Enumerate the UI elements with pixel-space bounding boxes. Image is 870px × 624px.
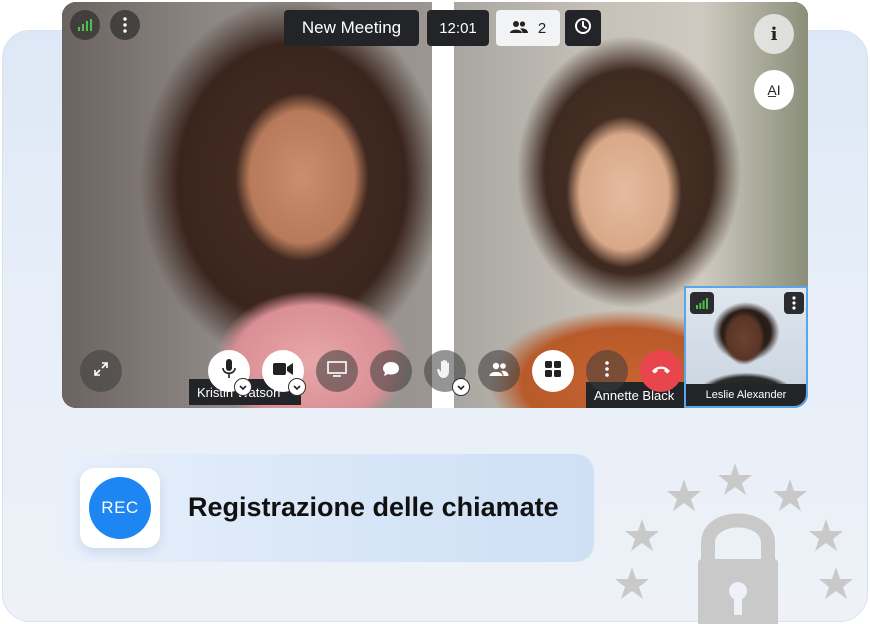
self-view-tile: Leslie Alexander	[684, 286, 808, 408]
tile-divider	[432, 2, 454, 408]
participants-button[interactable]	[478, 350, 520, 392]
camera-icon	[273, 362, 293, 381]
participants-icon	[489, 362, 509, 381]
screen-share-button[interactable]	[316, 350, 358, 392]
eu-privacy-lock-icon	[615, 463, 853, 624]
screen-share-icon	[327, 360, 347, 382]
participants-count: 2	[537, 19, 547, 37]
video-tile-kristin	[62, 2, 432, 408]
signal-strength-icon	[690, 292, 714, 314]
info-icon: i	[770, 23, 778, 45]
microphone-options-button[interactable]	[234, 378, 252, 396]
rec-badge: REC	[89, 477, 151, 539]
participants-count-button[interactable]: 2	[496, 10, 560, 46]
chevron-down-icon	[239, 378, 247, 396]
layout-button[interactable]	[532, 350, 574, 392]
more-options-icon	[605, 360, 609, 382]
tile-more-options-button[interactable]	[110, 10, 140, 40]
end-call-icon	[651, 362, 671, 380]
meeting-title: New Meeting	[284, 10, 419, 46]
end-call-button[interactable]	[640, 350, 682, 392]
feature-title: Registrazione delle chiamate	[188, 492, 559, 522]
raise-hand-options-button[interactable]	[452, 378, 470, 396]
timer-button[interactable]	[565, 10, 601, 46]
raise-hand-icon	[437, 359, 453, 384]
camera-options-button[interactable]	[288, 378, 306, 396]
signal-strength-icon	[70, 10, 100, 40]
more-options-button[interactable]	[586, 350, 628, 392]
layout-grid-icon	[545, 360, 561, 382]
chat-button[interactable]	[370, 350, 412, 392]
text-cursor-icon: A̲I	[767, 82, 781, 98]
rec-badge-tile: REC	[80, 468, 160, 548]
participants-icon	[509, 20, 528, 37]
chevron-down-icon	[293, 378, 301, 396]
expand-button[interactable]	[80, 350, 122, 392]
expand-icon	[93, 361, 109, 382]
chat-icon	[382, 361, 400, 382]
captions-button[interactable]: A̲I	[754, 70, 794, 110]
timer-icon	[574, 17, 592, 40]
participant-name-tag: Leslie Alexander	[686, 384, 806, 406]
chevron-down-icon	[457, 378, 465, 396]
self-view-more-button[interactable]	[784, 292, 804, 314]
feature-banner: REC Registrazione delle chiamate	[62, 454, 594, 562]
microphone-icon	[222, 358, 236, 384]
info-button[interactable]: i	[754, 14, 794, 54]
meeting-time: 12:01	[427, 10, 489, 46]
